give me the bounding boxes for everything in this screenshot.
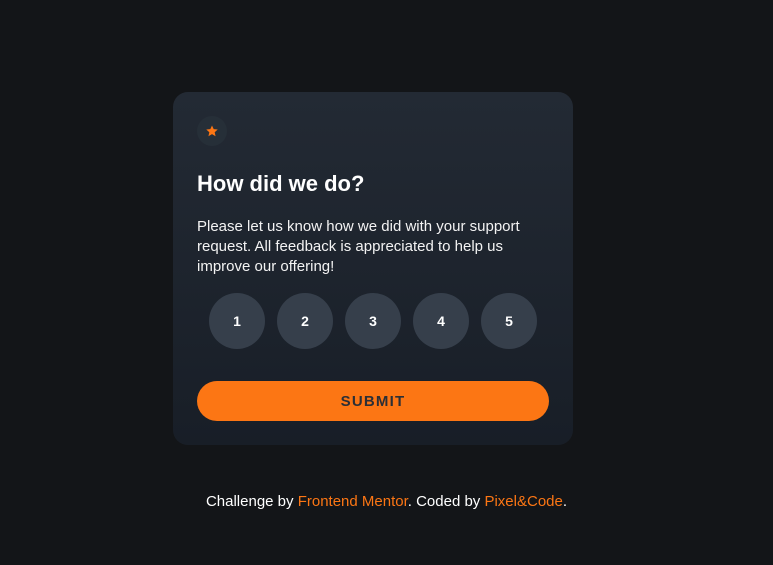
attribution-middle: . Coded by xyxy=(407,493,485,510)
card-title: How did we do? xyxy=(197,171,365,196)
pixel-and-code-link[interactable]: Pixel&Code xyxy=(484,493,562,510)
attribution: Challenge by Frontend Mentor. Coded by P… xyxy=(0,492,773,512)
frontend-mentor-link[interactable]: Frontend Mentor xyxy=(298,493,408,510)
rating-5-button[interactable]: 5 xyxy=(481,293,537,349)
submit-button[interactable]: SUBMIT xyxy=(197,381,549,421)
attribution-suffix: . xyxy=(562,493,568,510)
rating-card: How did we do? Please let us know how we… xyxy=(173,92,573,445)
attribution-prefix: Challenge by xyxy=(205,493,298,510)
rating-3-button[interactable]: 3 xyxy=(345,293,401,349)
rating-4-button[interactable]: 4 xyxy=(413,293,469,349)
star-icon xyxy=(206,125,218,137)
rating-options: 1 2 3 4 5 xyxy=(209,293,537,349)
card-description: Please let us know how we did with your … xyxy=(197,218,520,275)
rating-2-button[interactable]: 2 xyxy=(277,293,333,349)
star-icon-container xyxy=(197,116,227,146)
rating-1-button[interactable]: 1 xyxy=(209,293,265,349)
